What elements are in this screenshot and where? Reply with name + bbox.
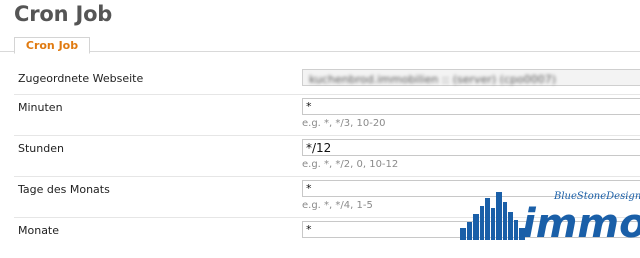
hours-hint: e.g. *, */2, 0, 10-12 [302,159,399,170]
minutes-label: Minuten [18,101,63,114]
form-row-website: Zugeordnete Webseite kuchenbrod.immobili… [14,66,640,95]
days-label: Tage des Monats [18,183,110,196]
brand-logo: BlueStoneDesign immo [458,184,640,240]
hours-label: Stunden [18,142,64,155]
website-select[interactable]: kuchenbrod.immobilien :: (server) (cpo00… [302,69,640,86]
days-hint: e.g. *, */4, 1-5 [302,200,373,211]
page-title: Cron Job [14,2,113,26]
months-label: Monate [18,224,60,237]
tab-strip [0,51,640,52]
svg-text:immo: immo [522,201,640,240]
website-select-value: kuchenbrod.immobilien :: (server) (cpo00… [309,73,556,86]
skyline-logo-icon: BlueStoneDesign immo [460,191,640,240]
tab-cron-job[interactable]: Cron Job [14,37,90,54]
form-row-hours: Stunden e.g. *, */2, 0, 10-12 [14,136,640,177]
minutes-input[interactable] [302,98,640,115]
form-row-minutes: Minuten e.g. *, */3, 10-20 [14,95,640,136]
hours-input[interactable] [302,139,640,156]
website-label: Zugeordnete Webseite [18,72,144,85]
minutes-hint: e.g. *, */3, 10-20 [302,118,386,129]
